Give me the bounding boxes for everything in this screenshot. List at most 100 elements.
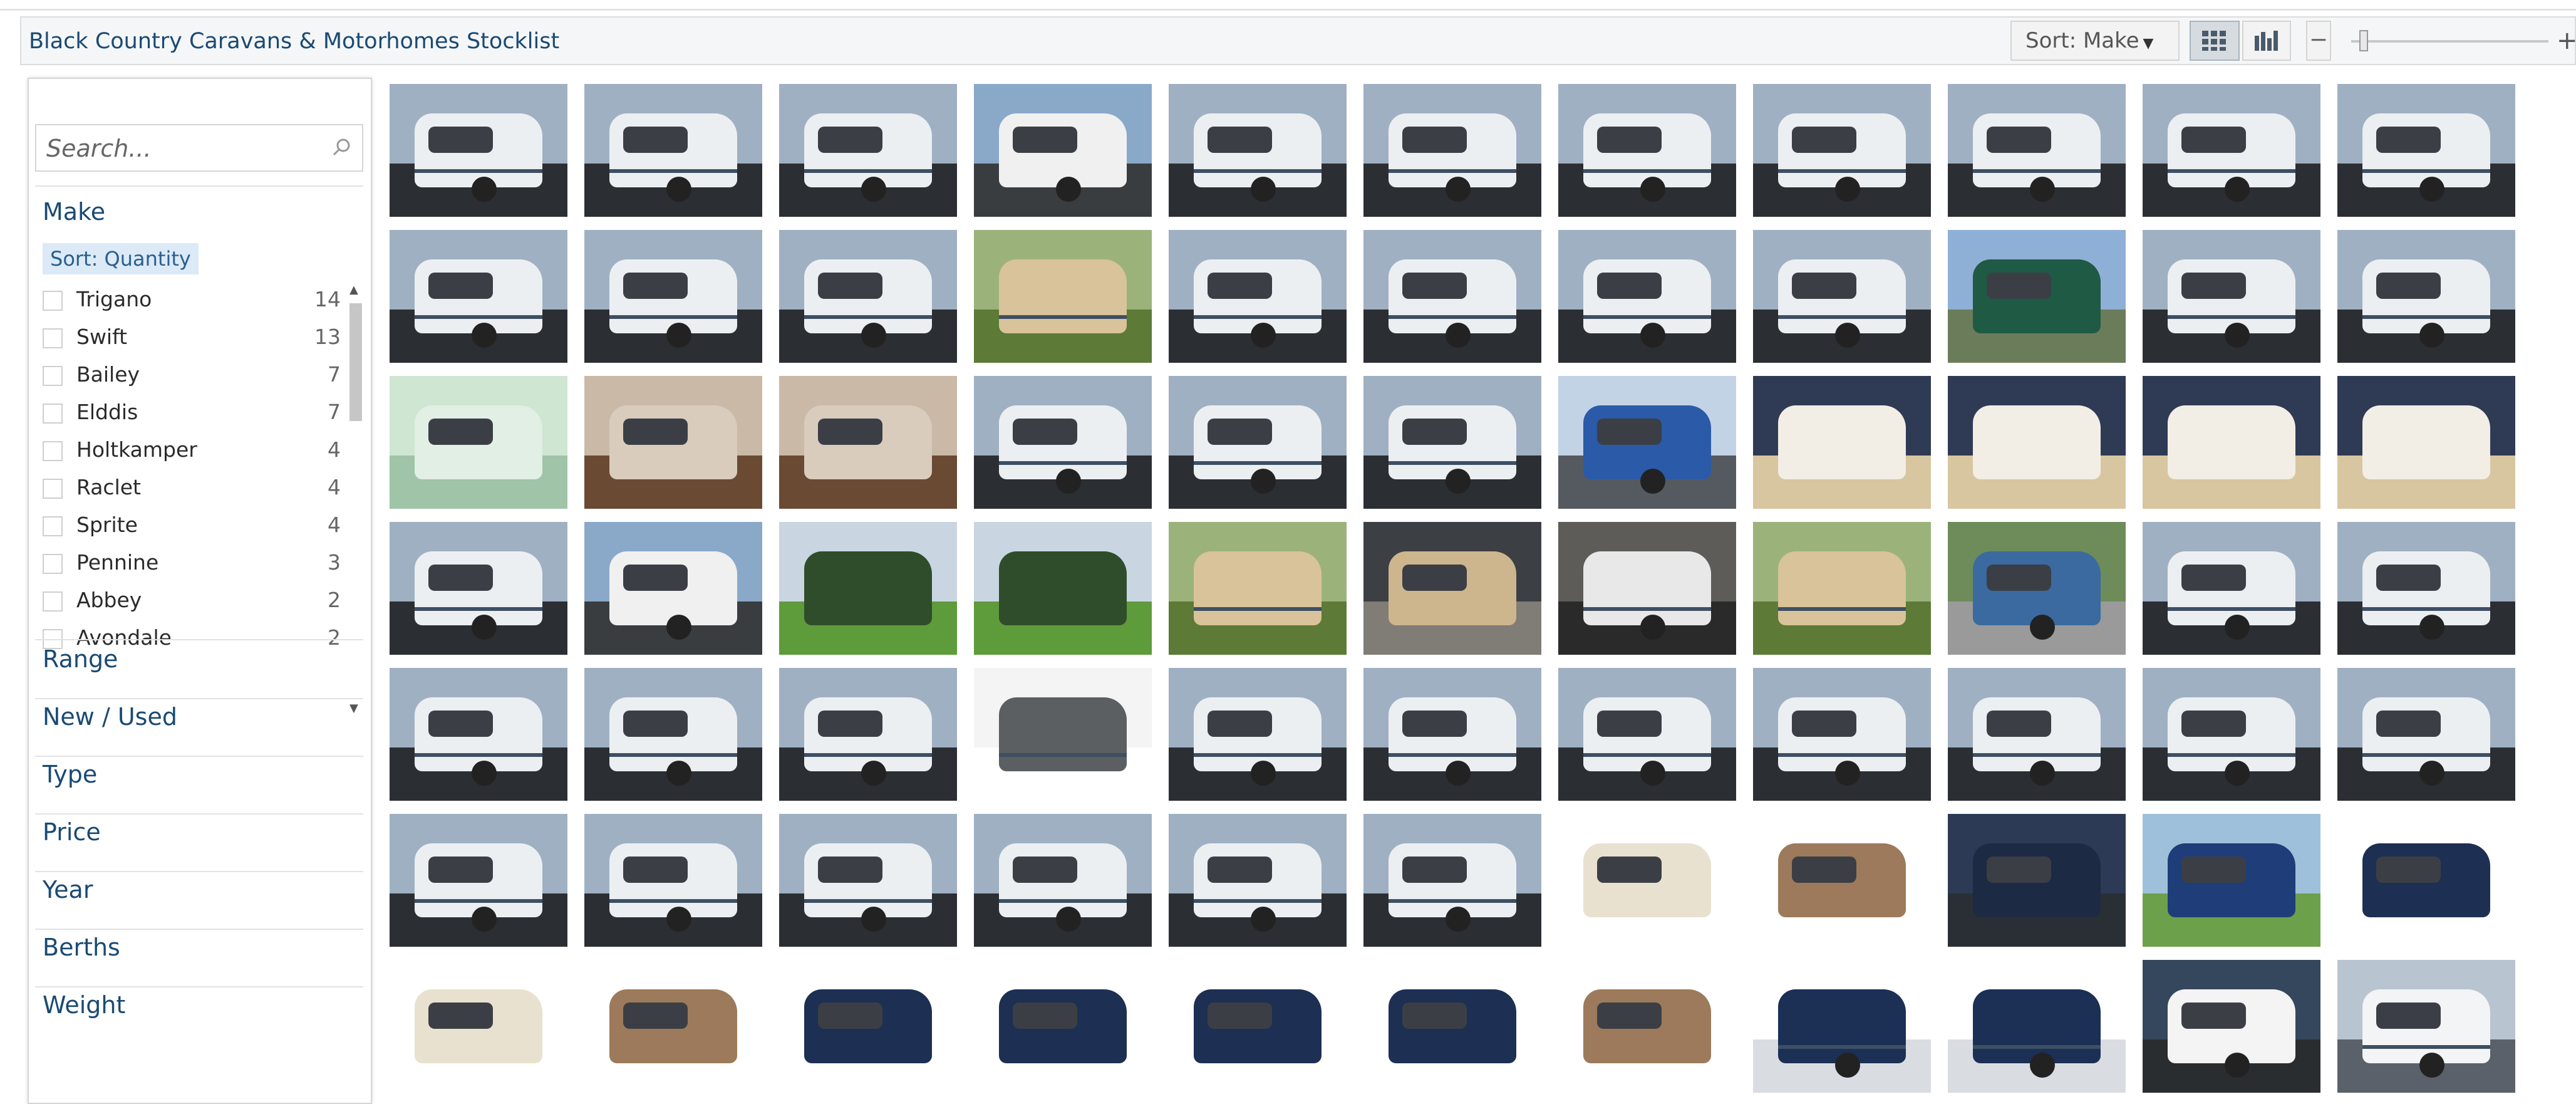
stock-thumbnail-tent-brown[interactable] [584,960,762,1093]
stock-thumbnail-tent-open[interactable] [1753,376,1931,509]
checkbox[interactable] [43,366,63,386]
stock-thumbnail-caravan[interactable] [2337,522,2515,655]
stock-thumbnail-caravan[interactable] [1363,230,1541,363]
stock-thumbnail-caravan[interactable] [390,522,567,655]
stock-thumbnail-caravan[interactable] [1363,376,1541,509]
stock-thumbnail-caravan[interactable] [1169,230,1347,363]
facet-year[interactable]: Year [43,876,93,904]
stock-thumbnail-awning[interactable] [974,668,1152,801]
stock-thumbnail-van-white[interactable] [2143,960,2320,1093]
stock-thumbnail-tent-field[interactable] [974,522,1152,655]
stock-thumbnail-caravan[interactable] [584,84,762,217]
make-item-sprite[interactable]: Sprite 4 [43,509,356,546]
facet-weight[interactable]: Weight [43,991,125,1019]
stock-thumbnail-tent-open[interactable] [2337,376,2515,509]
stock-thumbnail-caravan[interactable] [2143,84,2320,217]
scroll-thumb[interactable] [349,303,362,421]
search-icon[interactable] [331,137,353,159]
zoom-slider-track[interactable] [2351,40,2548,43]
make-item-trigano[interactable]: Trigano 14 [43,283,356,321]
stock-thumbnail-motorhome[interactable] [584,522,762,655]
checkbox[interactable] [43,441,63,461]
checkbox[interactable] [43,479,63,499]
stock-thumbnail-caravan[interactable] [779,230,957,363]
make-item-raclet[interactable]: Raclet 4 [43,471,356,509]
checkbox[interactable] [43,328,63,348]
facet-berths[interactable]: Berths [43,934,120,961]
stock-thumbnail-tent-brown[interactable] [1558,960,1736,1093]
checkbox[interactable] [43,404,63,424]
stock-thumbnail-caravan[interactable] [584,230,762,363]
stock-thumbnail-trailer-tent[interactable] [1753,522,1931,655]
make-item-abbey[interactable]: Abbey 2 [43,584,356,622]
stock-thumbnail-interior[interactable] [779,376,957,509]
make-item-pennine[interactable]: Pennine 3 [43,546,356,584]
grid-view-button[interactable] [2190,21,2240,61]
stock-thumbnail-caravan[interactable] [390,84,567,217]
stock-thumbnail-trailer-car[interactable] [1948,522,2126,655]
make-item-bailey[interactable]: Bailey 7 [43,358,356,396]
zoom-in-button[interactable]: + [2557,26,2576,55]
stock-thumbnail-caravan[interactable] [2143,668,2320,801]
stock-thumbnail-caravan[interactable] [2143,522,2320,655]
stock-thumbnail-tent-cream[interactable] [1558,814,1736,947]
stock-thumbnail-caravan[interactable] [2337,668,2515,801]
facet-make-heading[interactable]: Make [43,198,105,226]
checkbox[interactable] [43,291,63,311]
stock-thumbnail-trailer-flat[interactable] [1558,522,1736,655]
stock-thumbnail-caravan[interactable] [779,84,957,217]
stock-thumbnail-caravan[interactable] [584,814,762,947]
stock-thumbnail-tent-navy[interactable] [974,960,1152,1093]
make-item-holtkamper[interactable]: Holtkamper 4 [43,434,356,471]
stock-thumbnail-caravan[interactable] [779,668,957,801]
stock-thumbnail-caravan[interactable] [2143,230,2320,363]
stock-thumbnail-tent-blue[interactable] [2143,814,2320,947]
checkbox[interactable] [43,516,63,536]
stock-thumbnail-tent-navy[interactable] [2337,814,2515,947]
make-list-scrollbar[interactable]: ▲ ▼ [347,283,365,719]
stock-thumbnail-caravan[interactable] [1753,668,1931,801]
stock-thumbnail-caravan[interactable] [390,668,567,801]
stock-thumbnail-tent-open[interactable] [1948,376,2126,509]
stock-thumbnail-caravan[interactable] [1948,668,2126,801]
stock-thumbnail-caravan[interactable] [390,814,567,947]
make-item-swift[interactable]: Swift 13 [43,321,356,358]
sort-quantity-toggle[interactable]: Sort: Quantity [43,243,199,274]
stock-thumbnail-interior-green[interactable] [390,376,567,509]
stock-thumbnail-tent-brown[interactable] [1753,814,1931,947]
scroll-down-icon[interactable]: ▼ [349,702,358,715]
checkbox[interactable] [43,591,63,612]
stock-thumbnail-caravan[interactable] [1169,84,1347,217]
stock-thumbnail-caravan[interactable] [974,376,1152,509]
stock-thumbnail-van-blue[interactable] [1558,376,1736,509]
stock-thumbnail-awning-green[interactable] [1948,230,2126,363]
facet-price[interactable]: Price [43,818,101,846]
bar-view-button[interactable] [2242,21,2291,61]
stock-thumbnail-caravan[interactable] [1363,814,1541,947]
stock-thumbnail-caravan[interactable] [2337,230,2515,363]
facet-type[interactable]: Type [43,761,97,788]
stock-thumbnail-caravan[interactable] [1558,230,1736,363]
stock-thumbnail-caravan[interactable] [779,814,957,947]
stock-thumbnail-caravan[interactable] [1169,668,1347,801]
stock-thumbnail-caravan[interactable] [1169,814,1347,947]
search-input[interactable] [45,129,317,168]
stock-thumbnail-awning-dark[interactable] [1948,814,2126,947]
stock-thumbnail-tent-navy[interactable] [779,960,957,1093]
stock-thumbnail-motorhome[interactable] [974,84,1152,217]
stock-thumbnail-caravan[interactable] [584,668,762,801]
make-item-elddis[interactable]: Elddis 7 [43,396,356,434]
stock-thumbnail-tent-field[interactable] [779,522,957,655]
sort-make-dropdown[interactable]: Sort: Make ▼ [2010,21,2180,61]
zoom-out-button[interactable]: − [2306,21,2331,61]
facet-range[interactable]: Range [43,645,118,673]
scroll-up-icon[interactable]: ▲ [349,283,358,296]
stock-thumbnail-tent-cream[interactable] [390,960,567,1093]
stock-thumbnail-caravan[interactable] [1753,84,1931,217]
stock-thumbnail-caravan[interactable] [2337,84,2515,217]
stock-thumbnail-caravan[interactable] [1363,668,1541,801]
checkbox[interactable] [43,554,63,574]
stock-thumbnail-tent-open[interactable] [2143,376,2320,509]
stock-thumbnail-interior[interactable] [584,376,762,509]
stock-thumbnail-tent-navy[interactable] [1363,960,1541,1093]
